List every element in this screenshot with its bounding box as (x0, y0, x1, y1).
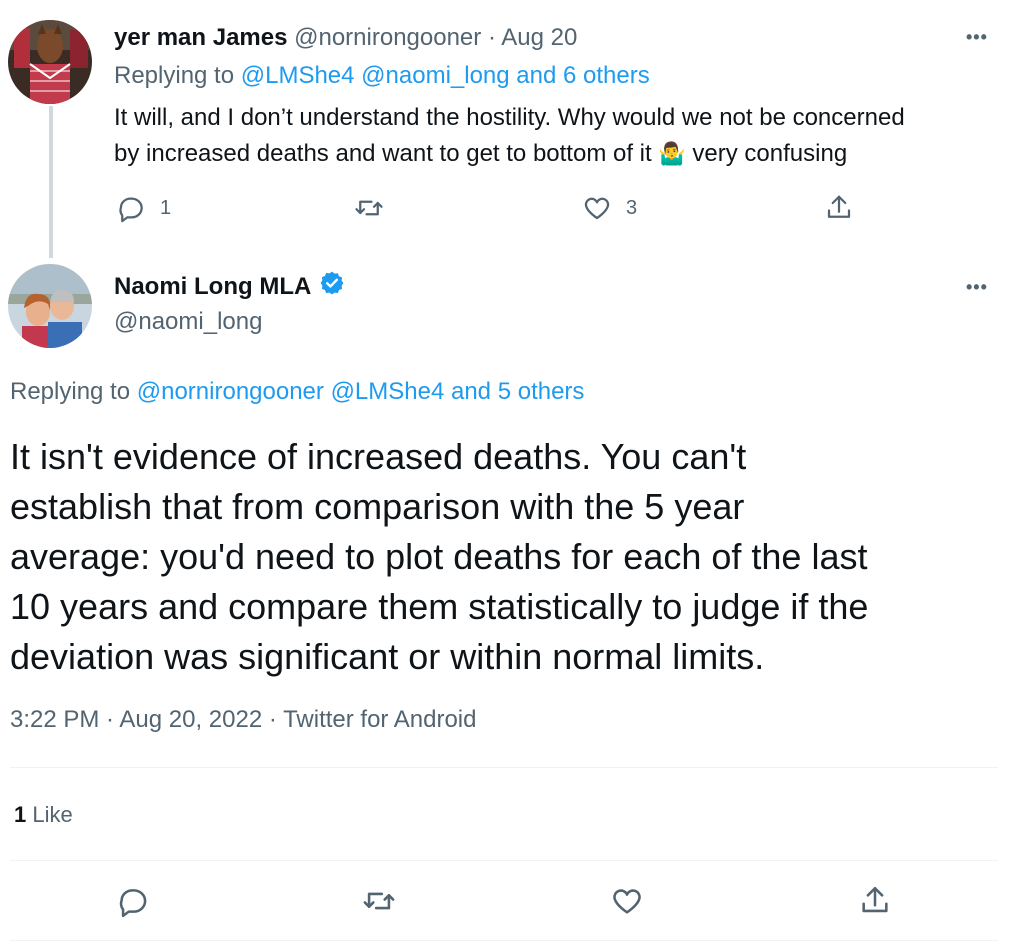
share-icon (824, 193, 854, 223)
main-author-name[interactable]: Naomi Long MLA (114, 273, 311, 301)
divider-bottom (10, 860, 998, 861)
thread-connector (49, 106, 53, 258)
reply-date[interactable]: Aug 20 (501, 24, 577, 51)
main-text-line-4: 10 years and compare them statistically … (10, 586, 869, 627)
reply-text-line-1: It will, and I don’t understand the host… (114, 104, 905, 131)
retweet-icon (354, 193, 384, 223)
more-options-button-reply[interactable]: ••• (966, 28, 988, 46)
likes-summary[interactable]: 1 Like (14, 802, 73, 828)
verified-badge-icon (319, 270, 345, 303)
retweet-icon (362, 884, 396, 918)
main-action-like[interactable] (610, 884, 644, 918)
likes-count: 1 (14, 802, 27, 827)
avatar-reply-author[interactable] (8, 20, 92, 104)
reply-text-line-2a: by increased deaths and want to get to b… (114, 140, 652, 167)
main-tweet-text: It isn't evidence of increased deaths. Y… (10, 432, 868, 682)
main-replying-to: Replying to @nornirongooner @LMShe4 and … (10, 378, 584, 406)
divider-top (10, 767, 998, 768)
heart-icon (582, 193, 612, 223)
like-count: 3 (626, 196, 638, 219)
reply-tweet-text: It will, and I don’t understand the host… (114, 100, 905, 172)
main-replying-to-links[interactable]: @nornirongooner @LMShe4 and 5 others (137, 378, 585, 405)
reply-action-comment[interactable]: 1 (116, 193, 171, 223)
main-text-line-5: deviation was significant or within norm… (10, 636, 765, 677)
replying-to-links[interactable]: @LMShe4 @naomi_long and 6 others (241, 62, 650, 89)
likes-label: Like (32, 802, 73, 827)
main-text-line-3: average: you'd need to plot deaths for e… (10, 536, 868, 577)
couple-photo-avatar-image (8, 264, 92, 348)
reply-replying-to: Replying to @LMShe4 @naomi_long and 6 ot… (114, 62, 650, 90)
comment-icon (116, 193, 146, 223)
comment-count: 1 (160, 196, 172, 219)
comment-icon (116, 884, 150, 918)
horse-mask-avatar-image (8, 20, 92, 104)
reply-author-handle[interactable]: @nornirongooner (294, 24, 481, 51)
shrug-emoji-icon: 🤷‍♂️ (658, 141, 686, 166)
replying-to-label: Replying to (114, 62, 235, 89)
main-action-share[interactable] (858, 884, 892, 918)
reply-author-name[interactable]: yer man James (114, 24, 287, 51)
reply-text-line-2: by increased deaths and want to get to b… (114, 136, 905, 172)
avatar-main-author[interactable] (8, 264, 92, 348)
heart-icon (610, 884, 644, 918)
reply-action-like[interactable]: 3 (582, 193, 637, 223)
reply-action-share[interactable] (824, 193, 854, 223)
main-author-handle[interactable]: @naomi_long (114, 308, 262, 336)
reply-date-separator: · (487, 24, 496, 51)
main-action-retweet[interactable] (362, 884, 396, 918)
reply-action-retweet[interactable] (354, 193, 384, 223)
reply-author-header: yer man James @nornirongooner · Aug 20 (114, 24, 577, 52)
share-icon (858, 884, 892, 918)
main-author-header: Naomi Long MLA (114, 270, 345, 303)
main-tweet-timestamp[interactable]: 3:22 PM · Aug 20, 2022 · Twitter for And… (10, 706, 477, 734)
divider-footer (10, 940, 998, 941)
more-options-button-main[interactable]: ••• (966, 278, 988, 296)
main-replying-to-label: Replying to (10, 378, 131, 405)
reply-text-line-2b: very confusing (692, 140, 848, 167)
main-text-line-2: establish that from comparison with the … (10, 486, 745, 527)
main-text-line-1: It isn't evidence of increased deaths. Y… (10, 436, 747, 477)
main-action-reply[interactable] (116, 884, 150, 918)
